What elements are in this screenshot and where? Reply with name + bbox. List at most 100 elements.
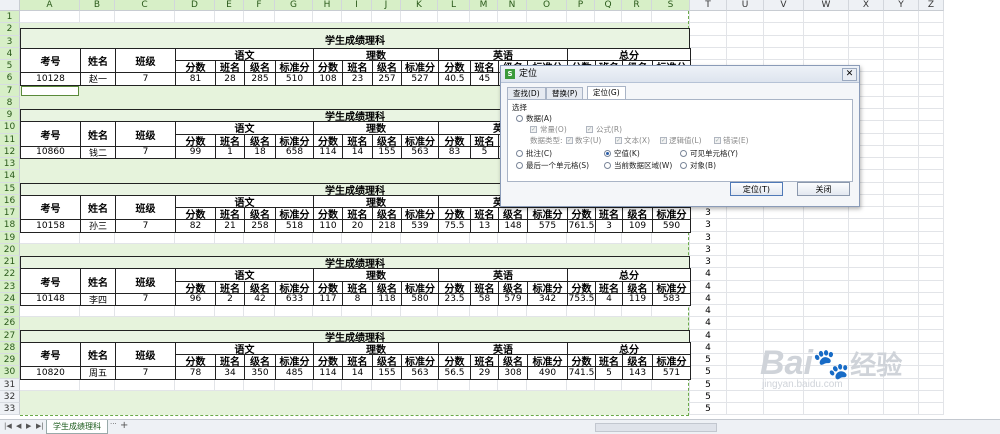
grid-cell[interactable] xyxy=(884,390,919,403)
close-button[interactable]: 关闭 xyxy=(797,182,850,196)
grid-cell[interactable] xyxy=(727,317,764,330)
grid-cell[interactable] xyxy=(919,403,944,416)
grid-cell[interactable] xyxy=(727,403,764,416)
grid-cell[interactable] xyxy=(884,194,919,207)
grid-cell[interactable] xyxy=(884,256,919,269)
column-t-value[interactable]: 4 xyxy=(702,293,714,305)
grid-cell[interactable] xyxy=(849,207,884,220)
grid-cell[interactable] xyxy=(884,280,919,293)
grid-cell[interactable] xyxy=(764,317,804,330)
grid-cell[interactable] xyxy=(849,268,884,281)
row-header-12[interactable]: 12 xyxy=(0,145,20,158)
grid-cell[interactable] xyxy=(804,243,849,256)
last-sheet-icon[interactable]: ▶| xyxy=(36,422,44,430)
column-header-B[interactable]: B xyxy=(80,0,115,11)
goto-button[interactable]: 定位(T) xyxy=(730,182,783,196)
row-header-33[interactable]: 33 xyxy=(0,403,20,416)
row-header-13[interactable]: 13 xyxy=(0,158,20,171)
next-sheet-icon[interactable]: ▶ xyxy=(26,422,31,430)
checkbox-error[interactable]: ✓ xyxy=(714,137,721,144)
grid-cell[interactable] xyxy=(849,280,884,293)
column-t-value[interactable]: 5 xyxy=(702,354,714,366)
row-header-15[interactable]: 15 xyxy=(0,182,20,195)
grid-cell[interactable] xyxy=(884,403,919,416)
grid-cell[interactable] xyxy=(849,47,884,60)
grid-cell[interactable] xyxy=(849,292,884,305)
grid-cell[interactable] xyxy=(884,47,919,60)
column-header-J[interactable]: J xyxy=(372,0,401,11)
grid-cell[interactable] xyxy=(727,256,764,269)
grid-cell[interactable] xyxy=(919,378,944,391)
grid-cell[interactable] xyxy=(764,256,804,269)
sheet-tab[interactable]: 学生成绩理科 xyxy=(46,420,108,434)
column-t-value[interactable]: 4 xyxy=(702,281,714,293)
grid-cell[interactable] xyxy=(849,219,884,232)
grid-cell[interactable] xyxy=(919,329,944,342)
column-t-value[interactable]: 4 xyxy=(702,268,714,280)
radio-comment[interactable] xyxy=(516,150,523,157)
grid-cell[interactable] xyxy=(884,305,919,318)
row-header-17[interactable]: 17 xyxy=(0,207,20,220)
grid-cell[interactable] xyxy=(919,23,944,36)
grid-cell[interactable] xyxy=(804,390,849,403)
grid-cell[interactable] xyxy=(804,23,849,36)
grid-cell[interactable] xyxy=(727,390,764,403)
column-header-U[interactable]: U xyxy=(727,0,764,11)
grid-cell[interactable] xyxy=(690,47,727,60)
column-header-C[interactable]: C xyxy=(115,0,175,11)
grid-cell[interactable] xyxy=(919,72,944,85)
grid-cell[interactable] xyxy=(919,341,944,354)
row-header-7[interactable]: 7 xyxy=(0,84,20,97)
grid-cell[interactable] xyxy=(804,329,849,342)
grid-cell[interactable] xyxy=(919,170,944,183)
grid-cell[interactable] xyxy=(919,207,944,220)
grid-cell[interactable] xyxy=(727,292,764,305)
grid-cell[interactable] xyxy=(919,47,944,60)
grid-cell[interactable] xyxy=(919,256,944,269)
grid-cell[interactable] xyxy=(919,354,944,367)
column-header-W[interactable]: W xyxy=(804,0,849,11)
grid-cell[interactable] xyxy=(804,268,849,281)
row-header-16[interactable]: 16 xyxy=(0,194,20,207)
grid-cell[interactable] xyxy=(919,60,944,73)
grid-cell[interactable] xyxy=(849,23,884,36)
grid-cell[interactable] xyxy=(849,403,884,416)
select-all-corner[interactable] xyxy=(0,0,20,11)
column-header-E[interactable]: E xyxy=(215,0,244,11)
checkbox-constant[interactable]: ✓ xyxy=(530,126,537,133)
grid-cell[interactable] xyxy=(727,47,764,60)
row-header-32[interactable]: 32 xyxy=(0,390,20,403)
grid-cell[interactable] xyxy=(727,207,764,220)
grid-cell[interactable] xyxy=(690,11,727,24)
grid-cell[interactable] xyxy=(884,60,919,73)
grid-cell[interactable] xyxy=(849,35,884,48)
grid-cell[interactable] xyxy=(919,84,944,97)
column-t-value[interactable]: 3 xyxy=(702,256,714,268)
grid-cell[interactable] xyxy=(764,329,804,342)
row-header-25[interactable]: 25 xyxy=(0,305,20,318)
grid-cell[interactable] xyxy=(764,231,804,244)
radio-data[interactable] xyxy=(516,115,523,122)
column-header-V[interactable]: V xyxy=(764,0,804,11)
grid-cell[interactable] xyxy=(764,305,804,318)
grid-cell[interactable] xyxy=(727,231,764,244)
grid-cell[interactable] xyxy=(804,207,849,220)
grid-cell[interactable] xyxy=(727,341,764,354)
grid-cell[interactable] xyxy=(764,47,804,60)
grid-cell[interactable] xyxy=(919,243,944,256)
column-header-Z[interactable]: Z xyxy=(919,0,944,11)
grid-cell[interactable] xyxy=(884,133,919,146)
row-header-19[interactable]: 19 xyxy=(0,231,20,244)
row-header-8[interactable]: 8 xyxy=(0,96,20,109)
grid-cell[interactable] xyxy=(884,243,919,256)
checkbox-logic[interactable]: ✓ xyxy=(660,137,667,144)
grid-cell[interactable] xyxy=(849,11,884,24)
column-header-Y[interactable]: Y xyxy=(884,0,919,11)
grid-cell[interactable] xyxy=(849,231,884,244)
grid-cell[interactable] xyxy=(804,403,849,416)
close-icon[interactable]: ✕ xyxy=(842,68,857,81)
grid-cell[interactable] xyxy=(764,280,804,293)
grid-cell[interactable] xyxy=(919,280,944,293)
row-header-27[interactable]: 27 xyxy=(0,329,20,342)
column-t-value[interactable]: 3 xyxy=(702,232,714,244)
